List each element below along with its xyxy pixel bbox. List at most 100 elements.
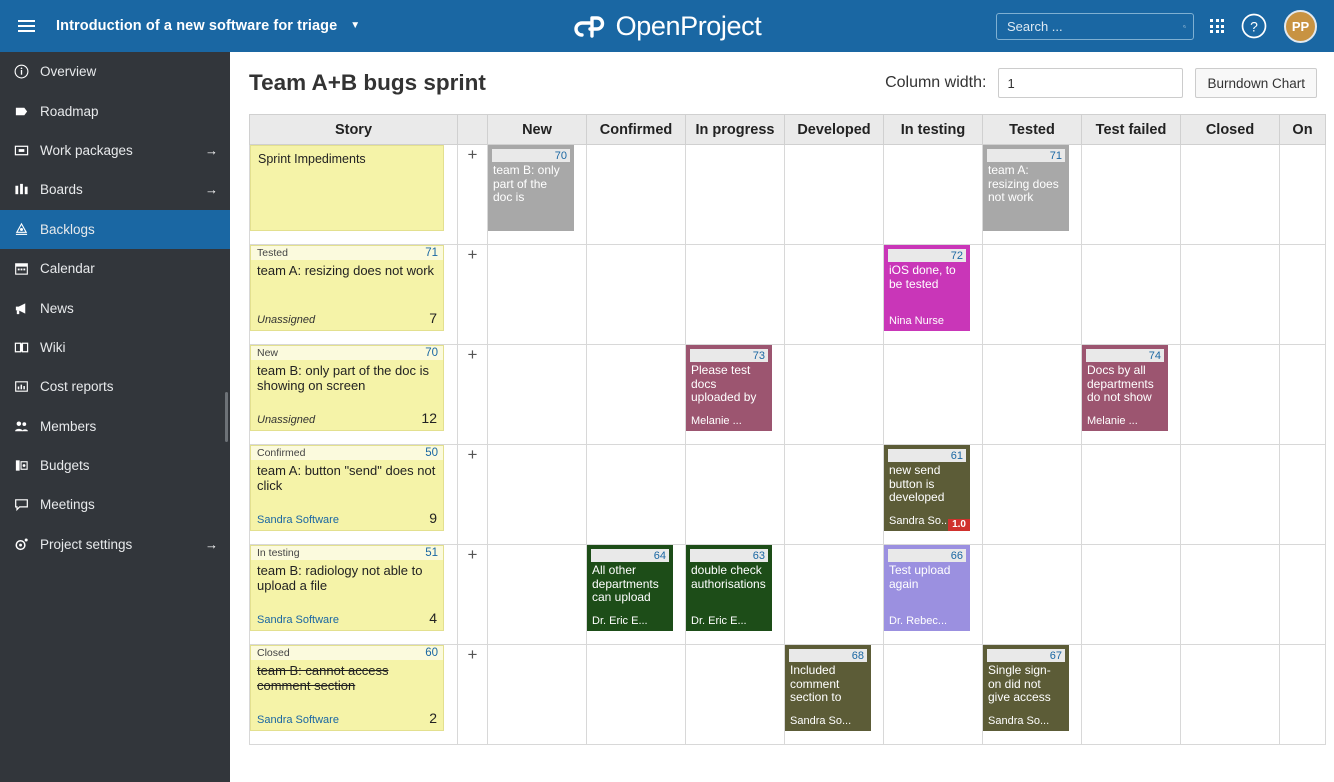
- task-cell-closed[interactable]: [1181, 445, 1280, 545]
- task-cell-in-progress[interactable]: 73Please test docs uploaded byMelanie ..…: [686, 345, 785, 445]
- task-cell-test-failed[interactable]: [1082, 645, 1181, 745]
- hamburger-menu-icon[interactable]: [0, 0, 52, 52]
- arrow-right-icon[interactable]: →: [205, 182, 218, 197]
- task-cell-test-failed[interactable]: 74Docs by all departments do not showMel…: [1082, 345, 1181, 445]
- task-cell-on[interactable]: [1280, 245, 1326, 345]
- task-id[interactable]: 66: [951, 550, 963, 562]
- story-card[interactable]: Sprint Impediments: [250, 145, 444, 231]
- column-width-input[interactable]: [998, 68, 1183, 98]
- sidebar-item-wiki[interactable]: Wiki: [0, 328, 230, 367]
- task-cell-tested[interactable]: [983, 345, 1082, 445]
- task-cell-tested[interactable]: 67Single sign-on did not give accessSand…: [983, 645, 1082, 745]
- task-cell-confirmed[interactable]: [587, 445, 686, 545]
- task-id[interactable]: 61: [951, 450, 963, 462]
- task-card[interactable]: 67Single sign-on did not give accessSand…: [983, 645, 1069, 731]
- task-card[interactable]: 64All other departments can uploadDr. Er…: [587, 545, 673, 631]
- task-cell-confirmed[interactable]: 64All other departments can uploadDr. Er…: [587, 545, 686, 645]
- sidebar-item-meetings[interactable]: Meetings: [0, 485, 230, 524]
- sidebar-item-budgets[interactable]: Budgets: [0, 446, 230, 485]
- task-cell-new[interactable]: 70team B: only part of the doc is: [488, 145, 587, 245]
- task-cell-new[interactable]: [488, 345, 587, 445]
- task-card[interactable]: 68Included comment section toSandra So..…: [785, 645, 871, 731]
- story-assignee[interactable]: Sandra Software: [257, 614, 339, 626]
- sidebar-item-work-packages[interactable]: Work packages→: [0, 131, 230, 170]
- search-input[interactable]: [1007, 19, 1183, 34]
- task-card[interactable]: 74Docs by all departments do not showMel…: [1082, 345, 1168, 431]
- task-id[interactable]: 70: [555, 150, 567, 162]
- task-cell-in-testing[interactable]: 72iOS done, to be testedNina Nurse: [884, 245, 983, 345]
- task-cell-developed[interactable]: [785, 245, 884, 345]
- task-cell-test-failed[interactable]: [1082, 245, 1181, 345]
- story-assignee[interactable]: Sandra Software: [257, 714, 339, 726]
- task-cell-closed[interactable]: [1181, 145, 1280, 245]
- task-id[interactable]: 68: [852, 650, 864, 662]
- task-cell-test-failed[interactable]: [1082, 145, 1181, 245]
- story-id[interactable]: 51: [425, 547, 438, 559]
- task-cell-in-testing[interactable]: [884, 345, 983, 445]
- task-id[interactable]: 74: [1149, 350, 1161, 362]
- add-task-button[interactable]: +: [458, 645, 488, 745]
- search-icon[interactable]: [1183, 19, 1186, 34]
- story-assignee[interactable]: Sandra Software: [257, 514, 339, 526]
- task-cell-developed[interactable]: [785, 445, 884, 545]
- task-cell-in-testing[interactable]: 66Test upload againDr. Rebec...: [884, 545, 983, 645]
- sidebar-item-overview[interactable]: Overview: [0, 52, 230, 91]
- task-cell-confirmed[interactable]: [587, 645, 686, 745]
- task-cell-on[interactable]: [1280, 545, 1326, 645]
- project-title[interactable]: Introduction of a new software for triag…: [56, 18, 337, 34]
- task-id[interactable]: 67: [1050, 650, 1062, 662]
- task-cell-test-failed[interactable]: [1082, 445, 1181, 545]
- help-icon[interactable]: ?: [1240, 12, 1268, 40]
- chevron-down-icon[interactable]: ▼: [350, 21, 360, 31]
- task-cell-new[interactable]: [488, 245, 587, 345]
- task-card[interactable]: 61new send button is developedSandra So.…: [884, 445, 970, 531]
- sidebar-item-roadmap[interactable]: Roadmap: [0, 91, 230, 130]
- search-box[interactable]: [996, 13, 1194, 40]
- task-cell-on[interactable]: [1280, 445, 1326, 545]
- task-cell-developed[interactable]: [785, 345, 884, 445]
- task-cell-closed[interactable]: [1181, 545, 1280, 645]
- task-cell-in-progress[interactable]: [686, 145, 785, 245]
- task-cell-confirmed[interactable]: [587, 345, 686, 445]
- story-id[interactable]: 71: [425, 247, 438, 259]
- task-cell-tested[interactable]: [983, 445, 1082, 545]
- task-cell-on[interactable]: [1280, 145, 1326, 245]
- story-card[interactable]: Tested71team A: resizing does not workUn…: [250, 245, 444, 331]
- task-board-scroll[interactable]: StoryNewConfirmedIn progressDevelopedIn …: [249, 114, 1334, 745]
- story-id[interactable]: 50: [425, 447, 438, 459]
- task-cell-in-testing[interactable]: [884, 645, 983, 745]
- task-cell-developed[interactable]: [785, 545, 884, 645]
- story-id[interactable]: 70: [425, 347, 438, 359]
- task-cell-closed[interactable]: [1181, 645, 1280, 745]
- avatar[interactable]: PP: [1284, 10, 1317, 43]
- task-cell-tested[interactable]: 71team A: resizing does not work: [983, 145, 1082, 245]
- task-cell-in-progress[interactable]: [686, 645, 785, 745]
- task-card[interactable]: 66Test upload againDr. Rebec...: [884, 545, 970, 631]
- sidebar-scrollbar[interactable]: [225, 392, 228, 442]
- task-cell-new[interactable]: [488, 645, 587, 745]
- task-id[interactable]: 71: [1050, 150, 1062, 162]
- task-cell-closed[interactable]: [1181, 345, 1280, 445]
- burndown-chart-button[interactable]: Burndown Chart: [1195, 68, 1317, 98]
- task-cell-tested[interactable]: [983, 245, 1082, 345]
- arrow-right-icon[interactable]: →: [205, 143, 218, 158]
- story-card[interactable]: Closed60team B: cannot access comment se…: [250, 645, 444, 731]
- task-cell-confirmed[interactable]: [587, 245, 686, 345]
- sidebar-item-project-settings[interactable]: Project settings→: [0, 525, 230, 564]
- task-cell-in-testing[interactable]: [884, 145, 983, 245]
- story-id[interactable]: 60: [425, 647, 438, 659]
- modules-grid-icon[interactable]: [1210, 19, 1224, 33]
- task-id[interactable]: 73: [753, 350, 765, 362]
- add-task-button[interactable]: +: [458, 545, 488, 645]
- task-cell-developed[interactable]: [785, 145, 884, 245]
- sidebar-item-backlogs[interactable]: Backlogs: [0, 210, 230, 249]
- sidebar-item-news[interactable]: News: [0, 288, 230, 327]
- task-card[interactable]: 70team B: only part of the doc is: [488, 145, 574, 231]
- task-id[interactable]: 72: [951, 250, 963, 262]
- add-task-button[interactable]: +: [458, 345, 488, 445]
- add-task-button[interactable]: +: [458, 145, 488, 245]
- task-cell-in-testing[interactable]: 61new send button is developedSandra So.…: [884, 445, 983, 545]
- sidebar-item-members[interactable]: Members: [0, 407, 230, 446]
- sidebar-item-calendar[interactable]: Calendar: [0, 249, 230, 288]
- task-cell-new[interactable]: [488, 445, 587, 545]
